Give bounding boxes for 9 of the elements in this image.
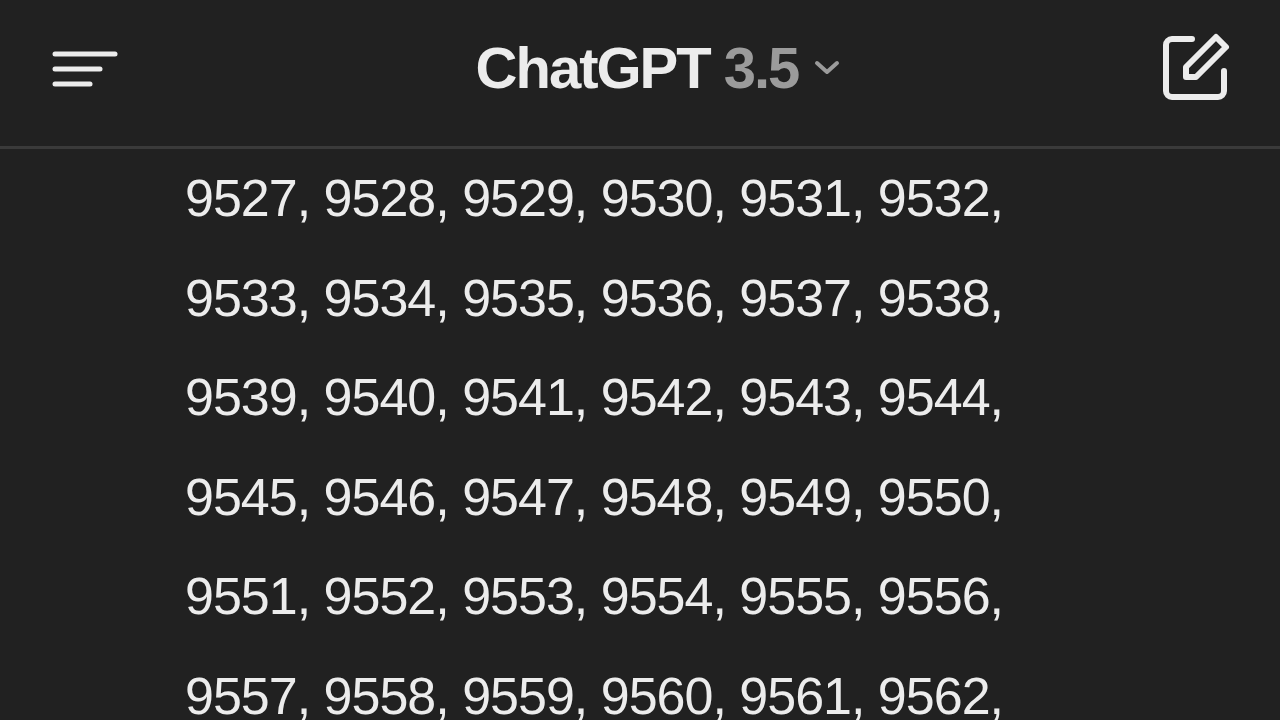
message-text: 9527, 9528, 9529, 9530, 9531, 9532, xyxy=(185,168,1004,229)
menu-icon[interactable] xyxy=(52,50,118,88)
message-text: 9551, 9552, 9553, 9554, 9555, 9556, xyxy=(185,566,1004,627)
message-text: 9557, 9558, 9559, 9560, 9561, 9562, xyxy=(185,665,1004,720)
new-chat-icon[interactable] xyxy=(1160,31,1232,103)
message-text: 9533, 9534, 9535, 9536, 9537, 9538, xyxy=(185,267,1004,329)
message-text: 9545, 9546, 9547, 9548, 9549, 9550, xyxy=(185,466,1004,528)
model-selector[interactable]: ChatGPT 3.5 xyxy=(475,33,843,101)
message-text: 9539, 9540, 9541, 9542, 9543, 9544, xyxy=(185,367,1004,428)
